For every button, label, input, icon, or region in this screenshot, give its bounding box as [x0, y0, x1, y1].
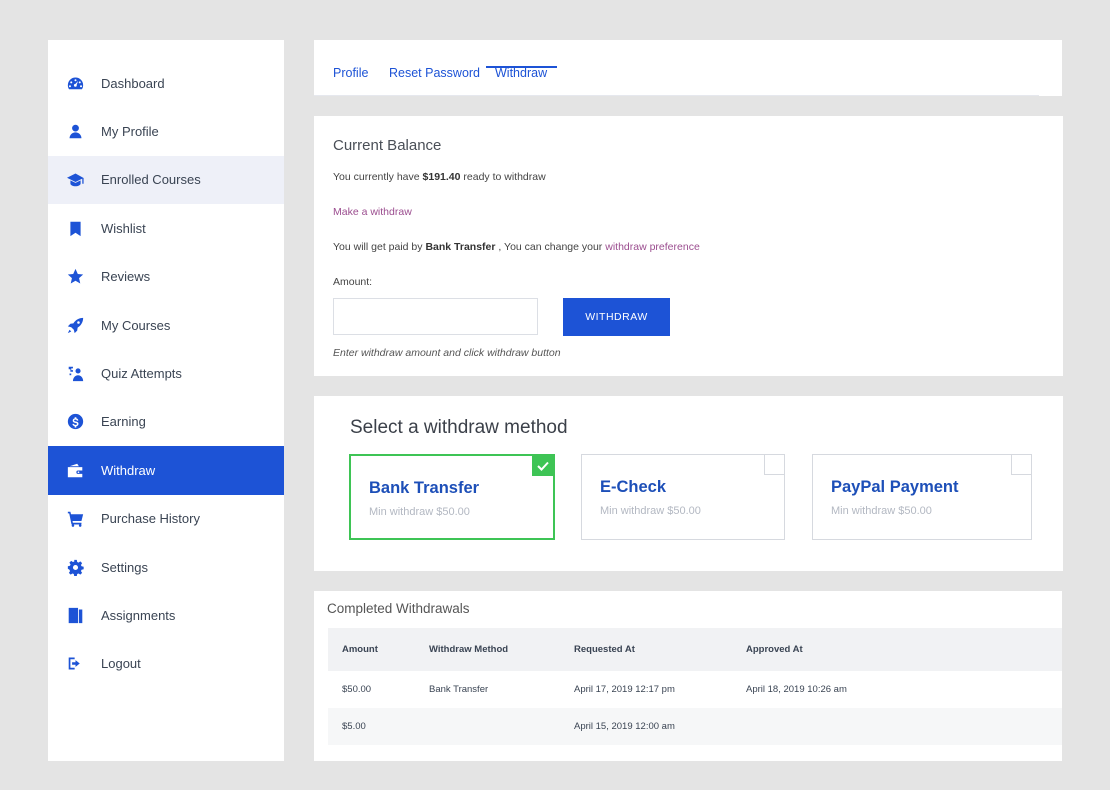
balance-text: You currently have $191.40 ready to with… [333, 171, 546, 183]
cell-approved: April 18, 2019 10:26 am [732, 671, 1062, 708]
method-paypal-payment[interactable]: PayPal Payment Min withdraw $50.00 [812, 454, 1032, 540]
cell-amount: $5.00 [328, 708, 415, 745]
sidebar-item-label: Purchase History [101, 511, 200, 527]
tab-withdraw[interactable]: Withdraw [495, 66, 547, 80]
sidebar-item-label: Reviews [101, 269, 151, 285]
method-bank-transfer[interactable]: Bank Transfer Min withdraw $50.00 [349, 454, 555, 540]
balance-suffix: ready to withdraw [463, 171, 546, 183]
header-requested-at: Requested At [560, 628, 732, 671]
sidebar-item-dashboard[interactable]: Dashboard [48, 59, 284, 107]
withdraw-method-title: Select a withdraw method [350, 417, 568, 438]
sidebar-item-label: Logout [101, 656, 141, 672]
method-min: Min withdraw $50.00 [369, 506, 470, 518]
profile-tabs: Profile Reset Password Withdraw [314, 40, 1062, 96]
withdrawals-table: Amount Withdraw Method Requested At Appr… [328, 628, 1062, 745]
tab-divider [314, 95, 1039, 96]
amount-input[interactable] [333, 298, 538, 335]
method-e-check[interactable]: E-Check Min withdraw $50.00 [581, 454, 785, 540]
sidebar-item-label: My Profile [101, 124, 159, 140]
logout-icon [66, 655, 84, 673]
graduation-cap-icon [66, 171, 84, 189]
table-row: $50.00 Bank Transfer April 17, 2019 12:1… [328, 671, 1062, 708]
sidebar-item-logout[interactable]: Logout [48, 640, 284, 688]
gear-icon [66, 558, 84, 576]
header-approved-at: Approved At [732, 628, 1062, 671]
balance-prefix: You currently have [333, 171, 420, 183]
cell-method [415, 708, 560, 745]
sidebar-item-my-profile[interactable]: My Profile [48, 107, 284, 155]
current-balance-title: Current Balance [333, 137, 442, 154]
completed-withdrawals-card: Completed Withdrawals Amount Withdraw Me… [314, 591, 1062, 761]
completed-withdrawals-title: Completed Withdrawals [327, 601, 470, 616]
sidebar-item-label: My Courses [101, 317, 171, 333]
sidebar-item-label: Settings [101, 559, 148, 575]
method-name: Bank Transfer [369, 479, 480, 497]
current-balance-card: Current Balance You currently have $191.… [314, 116, 1063, 376]
sidebar-item-label: Earning [101, 414, 146, 430]
method-name: E-Check [600, 478, 667, 496]
sidebar-item-earning[interactable]: Earning [48, 398, 284, 446]
sidebar-item-purchase-history[interactable]: Purchase History [48, 495, 284, 543]
sidebar-item-settings[interactable]: Settings [48, 543, 284, 591]
sidebar-item-label: Wishlist [101, 220, 146, 236]
payment-method-text: You will get paid by Bank Transfer , You… [333, 241, 700, 253]
cell-approved [732, 708, 1062, 745]
rocket-icon [66, 316, 84, 334]
cell-requested: April 17, 2019 12:17 pm [560, 671, 732, 708]
dashboard-icon [66, 74, 84, 92]
header-withdraw-method: Withdraw Method [415, 628, 560, 671]
star-icon [66, 268, 84, 286]
table-row: $5.00 April 15, 2019 12:00 am [328, 708, 1062, 745]
paid-method: Bank Transfer [425, 241, 496, 253]
sidebar-item-withdraw[interactable]: Withdraw [48, 446, 284, 495]
sidebar-item-assignments[interactable]: Assignments [48, 591, 284, 639]
method-min: Min withdraw $50.00 [600, 505, 701, 517]
cell-amount: $50.00 [328, 671, 415, 708]
dollar-coin-icon [66, 413, 84, 431]
checkbox-icon [764, 454, 785, 475]
assignment-icon [66, 606, 84, 624]
method-name: PayPal Payment [831, 478, 959, 496]
header-amount: Amount [328, 628, 415, 671]
sidebar-item-label: Withdraw [101, 462, 156, 478]
sidebar-item-label: Enrolled Courses [101, 172, 201, 188]
active-tab-indicator [486, 66, 557, 68]
withdraw-hint: Enter withdraw amount and click withdraw… [333, 347, 561, 359]
cart-icon [66, 510, 84, 528]
withdraw-button[interactable]: WITHDRAW [563, 298, 670, 336]
sidebar: Dashboard My Profile Enrolled Courses Wi… [48, 40, 284, 761]
paid-middle: , You can change your [498, 241, 603, 253]
cell-requested: April 15, 2019 12:00 am [560, 708, 732, 745]
sidebar-item-my-courses[interactable]: My Courses [48, 301, 284, 349]
withdraw-preference-link[interactable]: withdraw preference [605, 241, 700, 253]
sidebar-item-label: Quiz Attempts [101, 366, 182, 382]
withdraw-method-card: Select a withdraw method Bank Transfer M… [314, 396, 1063, 571]
sidebar-item-label: Assignments [101, 607, 176, 623]
sidebar-item-enrolled-courses[interactable]: Enrolled Courses [48, 155, 284, 205]
amount-label: Amount: [333, 276, 373, 288]
user-icon [66, 123, 84, 141]
cell-method: Bank Transfer [415, 671, 560, 708]
method-min: Min withdraw $50.00 [831, 505, 932, 517]
paid-prefix: You will get paid by [333, 241, 423, 253]
checkmark-icon [532, 456, 553, 476]
sidebar-item-wishlist[interactable]: Wishlist [48, 204, 284, 252]
sidebar-item-reviews[interactable]: Reviews [48, 253, 284, 301]
balance-amount: $191.40 [422, 171, 461, 183]
make-withdraw-link[interactable]: Make a withdraw [333, 206, 412, 218]
tab-profile[interactable]: Profile [333, 66, 368, 80]
sidebar-item-label: Dashboard [101, 75, 165, 91]
table-header-row: Amount Withdraw Method Requested At Appr… [328, 628, 1062, 671]
checkbox-icon [1011, 454, 1032, 475]
tab-reset-password[interactable]: Reset Password [389, 66, 480, 80]
bookmark-icon [66, 219, 84, 237]
quiz-icon [66, 365, 84, 383]
wallet-icon [66, 461, 84, 479]
sidebar-item-quiz-attempts[interactable]: Quiz Attempts [48, 349, 284, 397]
